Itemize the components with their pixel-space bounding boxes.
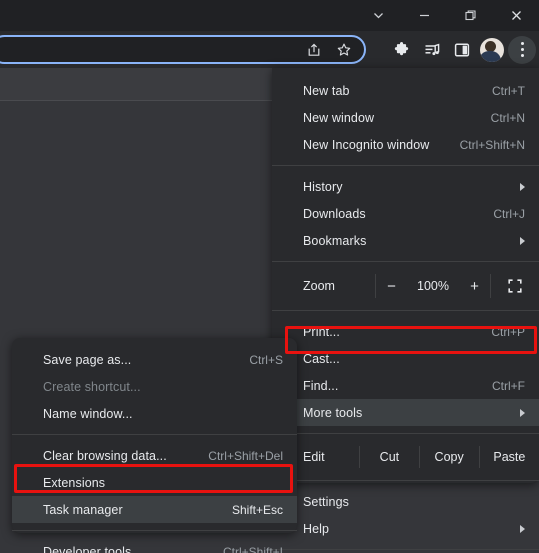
menu-item-label: Task manager [43, 502, 123, 517]
zoom-row: Zoom − 100% + [272, 269, 539, 303]
chevron-right-icon [520, 408, 525, 417]
close-button[interactable] [493, 0, 539, 31]
submenu-item-extensions[interactable]: Extensions [12, 469, 297, 496]
menu-separator [272, 480, 539, 481]
zoom-controls: − 100% + [375, 269, 539, 303]
avatar-image [480, 37, 504, 62]
zoom-in-button[interactable]: + [459, 269, 490, 303]
browser-window: New tab Ctrl+T New window Ctrl+N New Inc… [0, 0, 539, 553]
menu-item-history[interactable]: History [272, 173, 539, 200]
menu-separator [272, 310, 539, 311]
menu-item-cast[interactable]: Cast... [272, 345, 539, 372]
dot [520, 42, 524, 45]
restore-button[interactable] [447, 0, 493, 31]
menu-separator [12, 434, 297, 435]
share-icon[interactable] [300, 36, 328, 64]
menu-item-shortcut: Ctrl+T [492, 83, 525, 98]
chevron-right-icon [520, 236, 525, 245]
menu-item-bookmarks[interactable]: Bookmarks [272, 227, 539, 254]
dot [520, 54, 524, 57]
menu-item-label: Find... [303, 378, 339, 393]
menu-item-help[interactable]: Help [272, 515, 539, 542]
menu-item-new-window[interactable]: New window Ctrl+N [272, 104, 539, 131]
menu-item-label: Developer tools [43, 544, 132, 553]
submenu-item-name-window[interactable]: Name window... [12, 400, 297, 427]
menu-item-label: Settings [303, 494, 349, 509]
menu-item-shortcut: Ctrl+J [493, 206, 525, 221]
menu-item-label: Bookmarks [303, 233, 367, 248]
more-tools-submenu: Save page as... Ctrl+S Create shortcut..… [12, 338, 297, 553]
menu-item-label: Clear browsing data... [43, 448, 167, 463]
menu-item-label: Create shortcut... [43, 379, 141, 394]
dot [520, 48, 524, 51]
menu-separator [272, 261, 539, 262]
menu-item-label: Save page as... [43, 352, 132, 367]
menu-item-downloads[interactable]: Downloads Ctrl+J [272, 200, 539, 227]
menu-item-label: History [303, 179, 343, 194]
menu-item-shortcut: Ctrl+S [249, 352, 283, 367]
zoom-level-value: 100% [417, 279, 449, 293]
menu-item-shortcut: Ctrl+Shift+Del [208, 448, 283, 463]
menu-item-shortcut: Ctrl+N [490, 110, 525, 125]
menu-item-new-tab[interactable]: New tab Ctrl+T [272, 77, 539, 104]
menu-item-shortcut: Ctrl+P [491, 324, 525, 339]
minimize-button[interactable] [401, 0, 447, 31]
paste-button[interactable]: Paste [480, 441, 539, 473]
menu-separator [272, 549, 539, 550]
zoom-out-button[interactable]: − [376, 269, 407, 303]
menu-item-settings[interactable]: Settings [272, 488, 539, 515]
menu-item-new-incognito-window[interactable]: New Incognito window Ctrl+Shift+N [272, 131, 539, 158]
toolbar-icons [387, 31, 537, 68]
chevron-right-icon [520, 182, 525, 191]
menu-separator [272, 165, 539, 166]
chevron-right-icon [520, 524, 525, 533]
submenu-item-task-manager[interactable]: Task manager Shift+Esc [12, 496, 297, 523]
menu-item-find[interactable]: Find... Ctrl+F [272, 372, 539, 399]
window-controls [355, 0, 539, 31]
menu-item-label: New tab [303, 83, 350, 98]
copy-button[interactable]: Copy [420, 441, 479, 473]
menu-item-more-tools[interactable]: More tools [272, 399, 539, 426]
menu-item-shortcut: Shift+Esc [231, 502, 283, 517]
chrome-main-menu: New tab Ctrl+T New window Ctrl+N New Inc… [272, 68, 539, 550]
menu-item-label: Print... [303, 324, 340, 339]
menu-item-shortcut: Ctrl+F [492, 378, 525, 393]
title-bar [0, 0, 539, 31]
submenu-item-clear-browsing-data[interactable]: Clear browsing data... Ctrl+Shift+Del [12, 442, 297, 469]
menu-item-label: Name window... [43, 406, 133, 421]
cut-button[interactable]: Cut [360, 441, 418, 473]
submenu-item-developer-tools[interactable]: Developer tools Ctrl+Shift+I [12, 538, 297, 553]
menu-item-label: Cast... [303, 351, 340, 366]
browser-toolbar [0, 31, 539, 68]
zoom-label: Zoom [303, 279, 335, 293]
media-playlist-icon[interactable] [417, 35, 447, 65]
tab-search-button[interactable] [355, 0, 401, 31]
three-dot-menu-icon[interactable] [507, 35, 537, 65]
avatar[interactable] [477, 35, 507, 65]
menu-item-label: New window [303, 110, 375, 125]
menu-separator [12, 530, 297, 531]
fullscreen-icon[interactable] [491, 269, 539, 303]
side-panel-icon[interactable] [447, 35, 477, 65]
menu-item-label: Help [303, 521, 330, 536]
edit-row: Edit Cut Copy Paste [272, 441, 539, 473]
bookmark-star-icon[interactable] [330, 36, 358, 64]
menu-item-shortcut: Ctrl+Shift+N [459, 137, 525, 152]
menu-item-shortcut: Ctrl+Shift+I [222, 544, 283, 553]
menu-item-label: More tools [303, 405, 363, 420]
omnibox-action-icons [300, 34, 358, 65]
menu-item-label: Extensions [43, 475, 106, 490]
menu-separator [272, 433, 539, 434]
three-dot-menu-button[interactable] [508, 35, 536, 64]
menu-item-label: Downloads [303, 206, 366, 221]
menu-item-print[interactable]: Print... Ctrl+P [272, 318, 539, 345]
submenu-item-save-page-as[interactable]: Save page as... Ctrl+S [12, 346, 297, 373]
submenu-item-create-shortcut: Create shortcut... [12, 373, 297, 400]
extensions-puzzle-icon[interactable] [387, 35, 417, 65]
menu-item-label: New Incognito window [303, 137, 430, 152]
